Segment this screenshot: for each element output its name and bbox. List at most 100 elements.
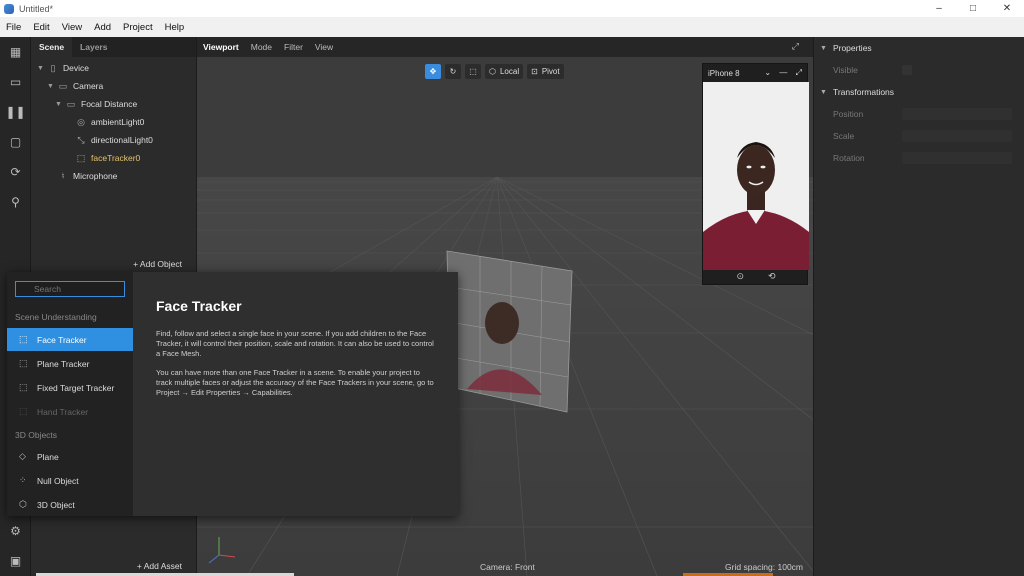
menu-edit[interactable]: Edit: [27, 22, 55, 33]
directional-light-icon: ⤡: [77, 134, 85, 145]
item-label: Hand Tracker: [37, 406, 89, 417]
square-icon[interactable]: ▢: [0, 127, 31, 157]
menu-file[interactable]: File: [0, 22, 27, 33]
chevron-down-icon[interactable]: ▼: [37, 65, 47, 72]
menu-bar: File Edit View Add Project Help: [0, 17, 1024, 37]
tree-item-camera[interactable]: ▼ ▭ Camera: [31, 77, 196, 95]
item-plane[interactable]: ◇ Plane: [7, 445, 133, 468]
minimize-button[interactable]: –: [922, 0, 956, 17]
scene-icon[interactable]: ▦: [0, 37, 31, 67]
tree-label: ambientLight0: [91, 117, 145, 127]
item-null-object[interactable]: ⁘ Null Object: [7, 469, 133, 492]
chevron-down-icon[interactable]: ▼: [820, 89, 827, 96]
position-field[interactable]: [902, 108, 1012, 120]
rotation-field[interactable]: [902, 152, 1012, 164]
properties-section[interactable]: ▼ Properties: [814, 37, 1024, 59]
scale-tool-button[interactable]: ⬚: [465, 64, 481, 79]
item-fixed-target-tracker[interactable]: ⬚ Fixed Target Tracker: [7, 376, 133, 399]
tree-item-directional-light[interactable]: ⤡ directionalLight0: [31, 131, 196, 149]
app-logo-icon: [4, 3, 14, 14]
layers-icon[interactable]: ❚❚: [0, 97, 31, 127]
tree-label: Camera: [73, 81, 104, 91]
notifications-icon[interactable]: ▣: [0, 546, 31, 576]
transformations-section[interactable]: ▼ Transformations: [814, 81, 1024, 103]
description-title: Face Tracker: [156, 298, 242, 314]
refresh-icon[interactable]: ⟳: [0, 157, 31, 187]
capture-icon[interactable]: ⊙: [736, 271, 744, 282]
minimize-preview-icon[interactable]: —: [779, 68, 787, 77]
close-button[interactable]: ✕: [990, 0, 1024, 17]
device-screen: [703, 82, 809, 270]
local-button[interactable]: ⬡ Local: [485, 64, 524, 79]
scale-field[interactable]: [902, 130, 1012, 142]
viewport-tabs: Viewport Mode Filter View ⤢: [197, 37, 813, 57]
scale-label: Scale: [833, 131, 855, 141]
description-paragraph-1: Find, follow and select a single face in…: [156, 329, 434, 358]
menu-add[interactable]: Add: [88, 22, 117, 33]
scene-panel: Scene Layers ▼ ▯ Device ▼ ▭ Camera ▼ ▭ F…: [31, 37, 197, 273]
face-tracker-icon: ⬚: [76, 152, 86, 163]
plane-icon: ◇: [19, 451, 26, 461]
maximize-button[interactable]: □: [956, 0, 990, 17]
tree-label: Focal Distance: [81, 99, 138, 109]
plane-tracker-icon: ⬚: [19, 358, 28, 368]
tab-filter[interactable]: Filter: [278, 42, 309, 52]
pivot-button[interactable]: ⊡ Pivot: [527, 64, 564, 79]
fixed-target-icon: ⬚: [19, 382, 28, 392]
scene-tree: ▼ ▯ Device ▼ ▭ Camera ▼ ▭ Focal Distance…: [31, 57, 196, 185]
popout-icon[interactable]: ⤢: [796, 68, 802, 77]
ambient-light-icon: ◎: [77, 116, 85, 127]
item-description: Face Tracker Find, follow and select a s…: [133, 272, 458, 516]
tab-mode[interactable]: Mode: [245, 42, 278, 52]
add-object-popup: ⚲ Scene Understanding ⬚ Face Tracker ⬚ P…: [7, 272, 458, 516]
tab-view[interactable]: View: [309, 42, 339, 52]
tab-viewport[interactable]: Viewport: [197, 42, 245, 52]
expand-icon[interactable]: ⤢: [786, 41, 805, 52]
device-icon: ▯: [50, 62, 56, 73]
search-input[interactable]: [15, 281, 125, 297]
tree-item-ambient-light[interactable]: ◎ ambientLight0: [31, 113, 196, 131]
video-icon[interactable]: ▭: [0, 67, 31, 97]
menu-project[interactable]: Project: [117, 22, 159, 33]
properties-title: Properties: [832, 43, 872, 53]
tree-item-focal-distance[interactable]: ▼ ▭ Focal Distance: [31, 95, 196, 113]
add-asset-button[interactable]: + Add Asset: [137, 561, 182, 571]
title-bar: Untitled* – □ ✕: [0, 0, 1024, 17]
menu-view[interactable]: View: [56, 22, 88, 33]
grid-spacing-status: Grid spacing: 100cm: [725, 562, 803, 572]
debug-icon[interactable]: ⚙: [0, 516, 31, 546]
transform-toolbar: ✥ ↻ ⬚ ⬡ Local ⊡ Pivot: [425, 64, 564, 79]
tree-label: faceTracker0: [91, 153, 141, 163]
local-label: Local: [499, 67, 520, 76]
tree-item-microphone[interactable]: ♮ Microphone: [31, 167, 196, 185]
item-plane-tracker[interactable]: ⬚ Plane Tracker: [7, 352, 133, 375]
rotate-device-icon[interactable]: ⟲: [768, 271, 776, 282]
search-icon[interactable]: ⚲: [0, 187, 31, 217]
chevron-down-icon[interactable]: ▼: [820, 45, 827, 52]
visible-label: Visible: [833, 65, 858, 75]
item-hand-tracker: ⬚ Hand Tracker: [7, 400, 133, 423]
menu-help[interactable]: Help: [159, 22, 191, 33]
item-label: Null Object: [37, 475, 79, 486]
device-select[interactable]: iPhone 8: [708, 69, 740, 78]
tab-layers[interactable]: Layers: [72, 37, 115, 57]
category-3d-objects: 3D Objects: [15, 430, 58, 440]
tab-scene[interactable]: Scene: [31, 37, 73, 57]
category-scene-understanding: Scene Understanding: [15, 312, 97, 322]
add-object-button[interactable]: + Add Object: [133, 259, 182, 269]
tree-item-device[interactable]: ▼ ▯ Device: [31, 59, 196, 77]
item-face-tracker[interactable]: ⬚ Face Tracker: [7, 328, 133, 351]
visible-checkbox[interactable]: [902, 65, 912, 75]
item-label: 3D Object: [37, 499, 75, 510]
camera-icon: ▭: [58, 80, 68, 91]
tree-item-face-tracker[interactable]: ⬚ faceTracker0: [31, 149, 196, 167]
item-3d-object[interactable]: ⬡ 3D Object: [7, 493, 133, 516]
rotate-tool-button[interactable]: ↻: [445, 64, 461, 79]
chevron-down-icon[interactable]: ▼: [47, 83, 57, 90]
item-label: Fixed Target Tracker: [37, 382, 115, 393]
move-tool-button[interactable]: ✥: [425, 64, 441, 79]
chevron-down-icon[interactable]: ▼: [55, 101, 65, 108]
chevron-down-icon[interactable]: ⌄: [764, 68, 771, 77]
properties-panel: ▼ Properties Visible ▼ Transformations P…: [813, 37, 1024, 576]
description-paragraph-2: You can have more than one Face Tracker …: [156, 368, 434, 397]
